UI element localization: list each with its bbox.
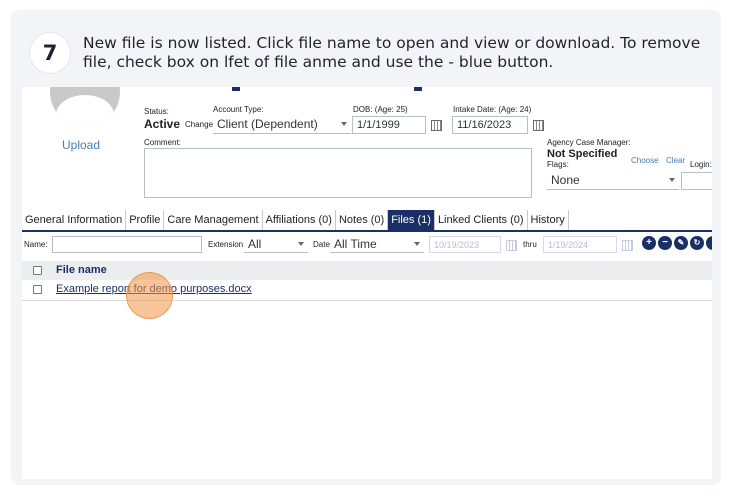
tab-profile[interactable]: Profile [126, 210, 165, 230]
flags-label: Flags: [547, 160, 569, 169]
file-filter-bar: Name: Extension: All Date: All Time 10/1… [22, 233, 712, 259]
edit-file-button[interactable]: ✎ [674, 236, 688, 250]
calendar-icon[interactable] [506, 240, 517, 251]
upload-link[interactable]: Upload [62, 138, 100, 152]
account-type-value: Client (Dependent) [217, 117, 318, 131]
case-manager-value: Not Specified [547, 148, 618, 160]
status-value: Active [144, 117, 181, 131]
avatar[interactable] [50, 87, 120, 127]
file-name-column-header[interactable]: File name [56, 264, 107, 276]
case-manager-links: Choose Clear [631, 150, 685, 168]
tab-files[interactable]: Files (1) [388, 210, 435, 230]
header-bar-fragment [414, 87, 422, 91]
login-label: Login: [690, 160, 712, 169]
status-label: Status: [144, 107, 169, 116]
row-checkbox[interactable] [33, 285, 42, 294]
intake-date-value: 11/16/2023 [457, 119, 512, 131]
add-file-button[interactable]: + [642, 236, 656, 250]
chevron-down-icon [298, 242, 304, 246]
file-name-link[interactable]: Example report for demo purposes.docx [56, 283, 252, 295]
dob-label: DOB: (Age: 25) [353, 105, 408, 114]
calendar-icon[interactable] [533, 120, 544, 131]
choose-link[interactable]: Choose [631, 156, 659, 165]
login-input[interactable] [681, 172, 712, 190]
tab-notes[interactable]: Notes (0) [336, 210, 389, 230]
tab-linked-clients[interactable]: Linked Clients (0) [435, 210, 528, 230]
account-type-label: Account Type: [213, 105, 264, 114]
step-number-badge: 7 [30, 33, 70, 73]
extension-label: Extension: [208, 240, 246, 249]
intake-date-label: Intake Date: (Age: 24) [453, 105, 532, 114]
chevron-down-icon [341, 122, 347, 126]
thru-label: thru [523, 240, 537, 249]
clear-link[interactable]: Clear [666, 156, 685, 165]
intake-date-input[interactable]: 11/16/2023 [452, 116, 528, 134]
flags-value: None [551, 173, 580, 187]
tab-affiliations[interactable]: Affiliations (0) [263, 210, 336, 230]
select-all-checkbox[interactable] [33, 266, 42, 275]
dob-value: 1/1/1999 [357, 119, 400, 131]
table-row: Example report for demo purposes.docx [22, 280, 712, 301]
step-instruction: New file is now listed. Click file name … [83, 34, 701, 71]
name-filter-label: Name: [24, 240, 48, 249]
calendar-icon[interactable] [622, 240, 633, 251]
account-type-select[interactable]: Client (Dependent) [213, 116, 351, 134]
tab-history[interactable]: History [528, 210, 569, 230]
date-to-value: 1/19/2024 [548, 240, 589, 250]
calendar-icon[interactable] [431, 120, 442, 131]
date-to-input[interactable]: 1/19/2024 [543, 236, 617, 253]
tab-underline [22, 230, 712, 232]
refresh-button[interactable]: ↻ [690, 236, 704, 250]
extension-value: All [248, 237, 262, 251]
comment-label: Comment: [144, 138, 181, 147]
chevron-down-icon [414, 242, 420, 246]
more-button[interactable] [706, 236, 712, 250]
name-filter-input[interactable] [52, 236, 202, 253]
remove-file-button[interactable]: − [658, 236, 672, 250]
status-change-link[interactable]: Change [185, 120, 213, 129]
tab-bar: General Information Profile Care Managem… [22, 210, 569, 230]
step-card: 7 New file is now listed. Click file nam… [11, 10, 721, 485]
tab-care-management[interactable]: Care Management [164, 210, 263, 230]
dob-input[interactable]: 1/1/1999 [352, 116, 426, 134]
tab-general-information[interactable]: General Information [22, 210, 127, 230]
extension-select[interactable]: All [244, 236, 308, 253]
flags-select[interactable]: None [547, 172, 679, 190]
files-table-header: File name [22, 261, 712, 281]
header-bar-fragment [232, 87, 240, 91]
comment-textarea[interactable] [144, 148, 532, 198]
chevron-down-icon [669, 178, 675, 182]
date-from-value: 10/19/2023 [434, 240, 480, 250]
app-screenshot: Upload Status: Active Change Account Typ… [22, 87, 712, 479]
case-manager-label: Agency Case Manager: [547, 138, 631, 147]
date-from-input[interactable]: 10/19/2023 [429, 236, 501, 253]
date-range-select[interactable]: All Time [330, 236, 424, 253]
date-range-value: All Time [334, 237, 377, 251]
